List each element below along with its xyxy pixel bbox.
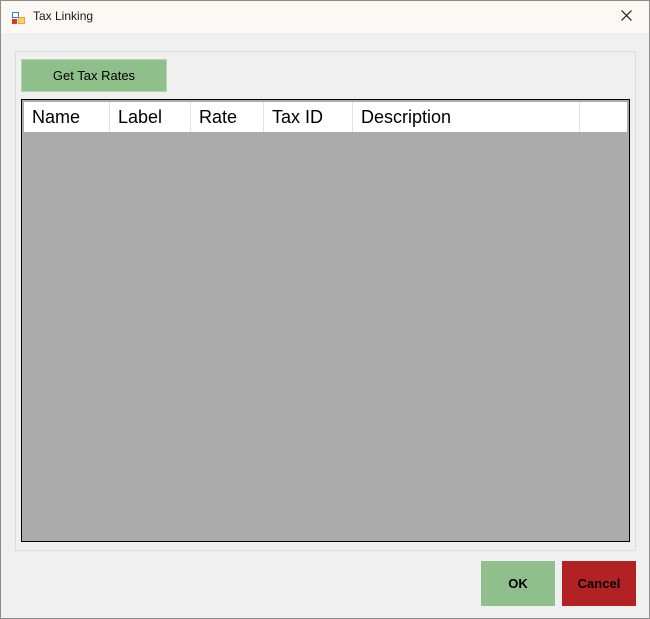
app-icon	[12, 11, 25, 24]
column-header-label[interactable]: Label	[110, 102, 191, 132]
tax-rates-grid[interactable]: Name Label Rate Tax ID Description	[21, 99, 630, 542]
tax-linking-window: Tax Linking Get Tax Rates Name Label Rat…	[0, 0, 650, 619]
cancel-button[interactable]: Cancel	[562, 561, 636, 606]
close-icon	[620, 8, 632, 26]
column-header-empty[interactable]	[580, 102, 627, 132]
grid-header: Name Label Rate Tax ID Description	[24, 102, 627, 132]
column-header-rate[interactable]: Rate	[191, 102, 264, 132]
column-header-name[interactable]: Name	[24, 102, 110, 132]
ok-button[interactable]: OK	[481, 561, 555, 606]
column-header-tax-id[interactable]: Tax ID	[264, 102, 353, 132]
column-header-description[interactable]: Description	[353, 102, 580, 132]
title-bar: Tax Linking	[1, 1, 649, 33]
window-title: Tax Linking	[33, 9, 94, 23]
close-button[interactable]	[603, 1, 649, 33]
get-tax-rates-button[interactable]: Get Tax Rates	[21, 59, 167, 92]
